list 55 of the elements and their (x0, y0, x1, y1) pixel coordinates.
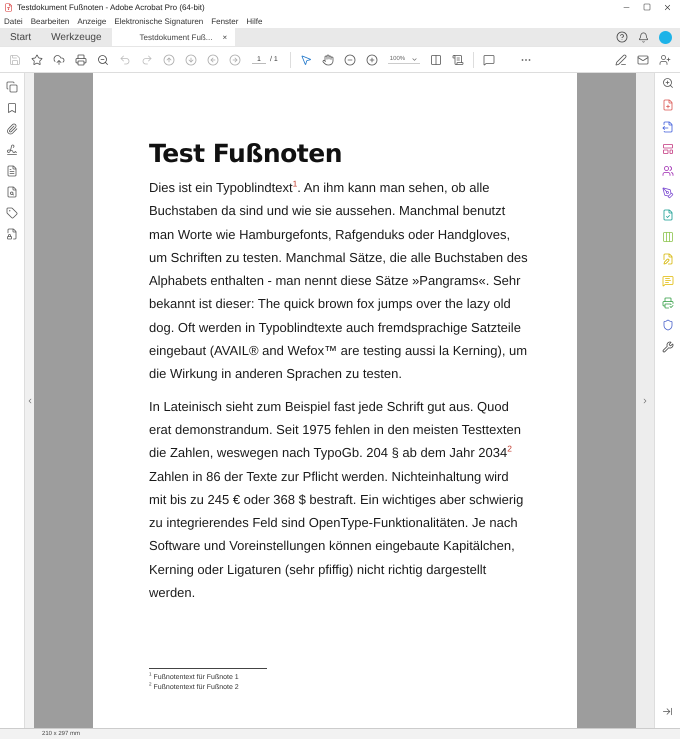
attachment-icon[interactable] (6, 123, 18, 135)
file-check-icon[interactable] (662, 209, 674, 221)
tab-label[interactable]: Werkzeuge (51, 32, 102, 42)
share-user-icon[interactable] (659, 54, 671, 66)
menu-item[interactable]: Datei (4, 16, 23, 26)
create-pdf-icon[interactable] (662, 99, 674, 111)
document-heading: Test Fußnoten (149, 139, 344, 168)
tag-icon[interactable] (6, 207, 18, 219)
tab[interactable]: Start (0, 28, 42, 46)
security-icon[interactable] (6, 228, 18, 240)
bell-icon[interactable] (638, 32, 649, 42)
print-icon[interactable] (75, 54, 87, 66)
menu-item[interactable]: Fenster (211, 16, 238, 26)
export-pdf-icon[interactable] (662, 121, 674, 133)
signature-icon[interactable] (6, 144, 18, 156)
collapse-right-icon[interactable] (641, 396, 649, 404)
expand-panel-icon[interactable] (662, 706, 673, 717)
caret-icon (411, 56, 418, 62)
window-title: Testdokument Fußnoten - Adobe Acrobat Pro (64-bit) (17, 2, 206, 12)
upload-icon[interactable] (53, 54, 65, 66)
menu-item[interactable]: Bearbeiten (30, 16, 70, 26)
help-icon[interactable] (616, 31, 628, 43)
tab-label[interactable]: Start (10, 32, 32, 42)
menu-item[interactable]: Hilfe (246, 16, 262, 26)
print-production-icon[interactable] (662, 297, 674, 309)
scroll-mode-icon[interactable] (452, 54, 464, 66)
document-icon[interactable] (6, 165, 18, 177)
close-icon[interactable] (663, 2, 672, 12)
zoom-out-icon[interactable] (344, 54, 356, 66)
pen-icon[interactable] (662, 187, 674, 199)
tools-icon[interactable] (662, 341, 674, 353)
users-icon[interactable] (662, 165, 674, 177)
tab[interactable]: Testdokument Fuß... × (112, 28, 236, 46)
tab[interactable]: Werkzeuge (41, 28, 112, 46)
bookmark-icon[interactable] (6, 102, 18, 114)
hand-icon[interactable] (322, 54, 334, 66)
close-tab-button[interactable]: × (222, 32, 228, 42)
form-icon[interactable] (662, 143, 674, 155)
zoom-in-icon[interactable] (366, 54, 378, 66)
search-icon[interactable] (662, 77, 674, 89)
pointer-icon[interactable] (300, 54, 312, 66)
shield-icon[interactable] (662, 319, 674, 331)
body-paragraph: Dies ist ein Typoblindtext$^{1}$. An ihm kann man sehen, ob alle Buchstaben da sind und wie sie aussehen. Manchmal benutzt man Worte wie Hamburgefonts, Rafgenduks oder Handgloves, um Schriften zu testen. Manchmal Sätze, die alle Buchstaben des Alphabets enthalten - man nennt diese Sätze »Pangrams«. Sehr bekannt ist dieser: The quick brown fox jumps over the lazy old dog. Oft werden in Typoblindtexte auch fremdsprachige Satzteile eingebaut (AVAIL® and Wefox™ are testing aussi la Kerning), um die Wirkung in anderen Sprachen zu testen. (149, 178, 529, 384)
maximize-icon[interactable] (643, 2, 651, 10)
menu-item[interactable]: Anzeige (77, 16, 106, 26)
pdf-app-icon (4, 2, 13, 12)
menu-item[interactable]: Elektronische Signaturen (114, 16, 204, 26)
star-icon[interactable] (31, 54, 43, 66)
zoom-out-icon[interactable] (97, 54, 109, 66)
pages-icon[interactable] (6, 81, 18, 93)
sign-icon[interactable] (615, 54, 627, 66)
comment-icon[interactable] (483, 54, 496, 66)
tab-label[interactable]: Testdokument Fuß... (140, 32, 212, 42)
body-paragraph: In Lateinisch sieht zum Beispiel fast jede Schrift gut aus. Quod erat demonstrandum. Seit 1975 fehlen in den meisten Testtexten die Zahlen, weswegen nach TypoGb. 204 § ab dem Jahr 2034$^{2}$ Zahlen in 86 der Texte zur Pflicht werden. Nichteinhaltung wird mit bis zu 245 € oder 368 $ bestraft. Ein wichtiges aber schwierig zu integrierendes Feld sind OpenType-Funktionalitäten. Je nach Software und Voreinstellungen können eingebaute Kapitälchen, Kerning oder Ligaturen (sehr pfiffig) nicht richtig dargestellt werden. (149, 398, 524, 602)
mail-icon[interactable] (637, 54, 649, 66)
